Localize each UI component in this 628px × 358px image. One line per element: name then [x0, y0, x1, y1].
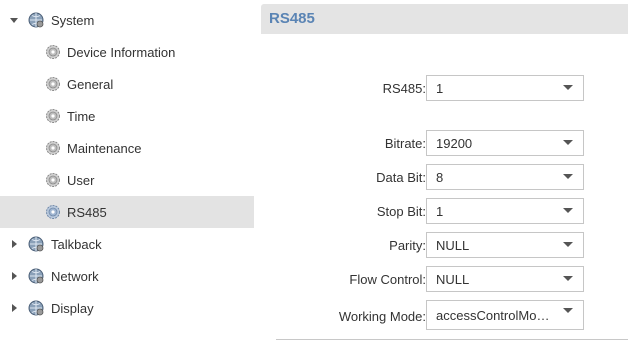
sidebar-item-time[interactable]: Time — [0, 100, 254, 132]
chevron-down-icon — [563, 85, 573, 90]
stop-bit-select[interactable]: 1 — [426, 198, 584, 224]
caret-down-icon[interactable] — [10, 16, 18, 24]
sidebar-item-label: RS485 — [67, 204, 107, 220]
caret-right-icon[interactable] — [10, 304, 18, 312]
sidebar-item-label: Display — [51, 300, 94, 316]
data-bit-value: 8 — [436, 170, 444, 185]
caret-right-icon[interactable] — [10, 272, 18, 280]
sidebar-item-general[interactable]: General — [0, 68, 254, 100]
sidebar-item-label: Time — [67, 108, 96, 124]
sidebar-item-label: Device Information — [67, 44, 176, 60]
working-mode-label: Working Mode: — [338, 309, 426, 324]
gear-icon — [45, 108, 61, 124]
sidebar-item-label: General — [67, 76, 114, 92]
sidebar-item-user[interactable]: User — [0, 164, 254, 196]
sidebar-item-network[interactable]: Network — [0, 260, 254, 292]
bitrate-value: 19200 — [436, 136, 473, 151]
sidebar-item-label: User — [67, 172, 95, 188]
section-header: RS485 — [261, 4, 628, 34]
globe-gear-icon — [28, 236, 44, 252]
chevron-down-icon — [563, 242, 573, 247]
chevron-down-icon — [563, 140, 573, 145]
divider — [276, 339, 628, 340]
sidebar-item-label: System — [51, 12, 95, 28]
stop-bit-value: 1 — [436, 204, 444, 219]
rs485-label: RS485: — [382, 81, 426, 96]
data-bit-select[interactable]: 8 — [426, 164, 584, 190]
sidebar-item-talkback[interactable]: Talkback — [0, 228, 254, 260]
flow-control-value: NULL — [436, 272, 470, 287]
parity-label: Parity: — [389, 238, 426, 253]
gear-icon — [45, 76, 61, 92]
caret-right-icon[interactable] — [10, 240, 18, 248]
chevron-down-icon — [563, 308, 573, 313]
globe-gear-icon — [28, 300, 44, 316]
flow-control-label: Flow Control: — [349, 272, 426, 287]
sidebar-item-maintenance[interactable]: Maintenance — [0, 132, 254, 164]
globe-gear-icon — [28, 268, 44, 284]
sidebar-item-label: Maintenance — [67, 140, 142, 156]
working-mode-select[interactable]: accessControlMod... — [426, 300, 584, 330]
gear-icon — [45, 140, 61, 156]
page-title: RS485 — [269, 10, 315, 27]
sidebar: System Device Information General Time M… — [0, 0, 254, 358]
chevron-down-icon — [563, 276, 573, 281]
parity-select[interactable]: NULL — [426, 232, 584, 258]
flow-control-select[interactable]: NULL — [426, 266, 584, 292]
sidebar-item-label: Network — [51, 268, 99, 284]
sidebar-item-rs485[interactable]: RS485 — [0, 196, 254, 228]
sidebar-item-display[interactable]: Display — [0, 292, 254, 324]
globe-gear-icon — [28, 12, 44, 28]
chevron-down-icon — [563, 208, 573, 213]
rs485-value: 1 — [436, 81, 444, 96]
chevron-down-icon — [563, 174, 573, 179]
gear-icon — [45, 204, 61, 220]
sidebar-item-label: Talkback — [51, 236, 102, 252]
working-mode-value: accessControlMod... — [436, 308, 554, 323]
data-bit-label: Data Bit: — [376, 170, 426, 185]
parity-value: NULL — [436, 238, 470, 253]
gear-icon — [45, 172, 61, 188]
gear-icon — [45, 44, 61, 60]
rs485-select[interactable]: 1 — [426, 75, 584, 101]
stop-bit-label: Stop Bit: — [376, 204, 426, 219]
bitrate-select[interactable]: 19200 — [426, 130, 584, 156]
sidebar-item-device-information[interactable]: Device Information — [0, 36, 254, 68]
sidebar-item-system[interactable]: System — [0, 4, 254, 36]
bitrate-label: Bitrate: — [384, 136, 426, 151]
